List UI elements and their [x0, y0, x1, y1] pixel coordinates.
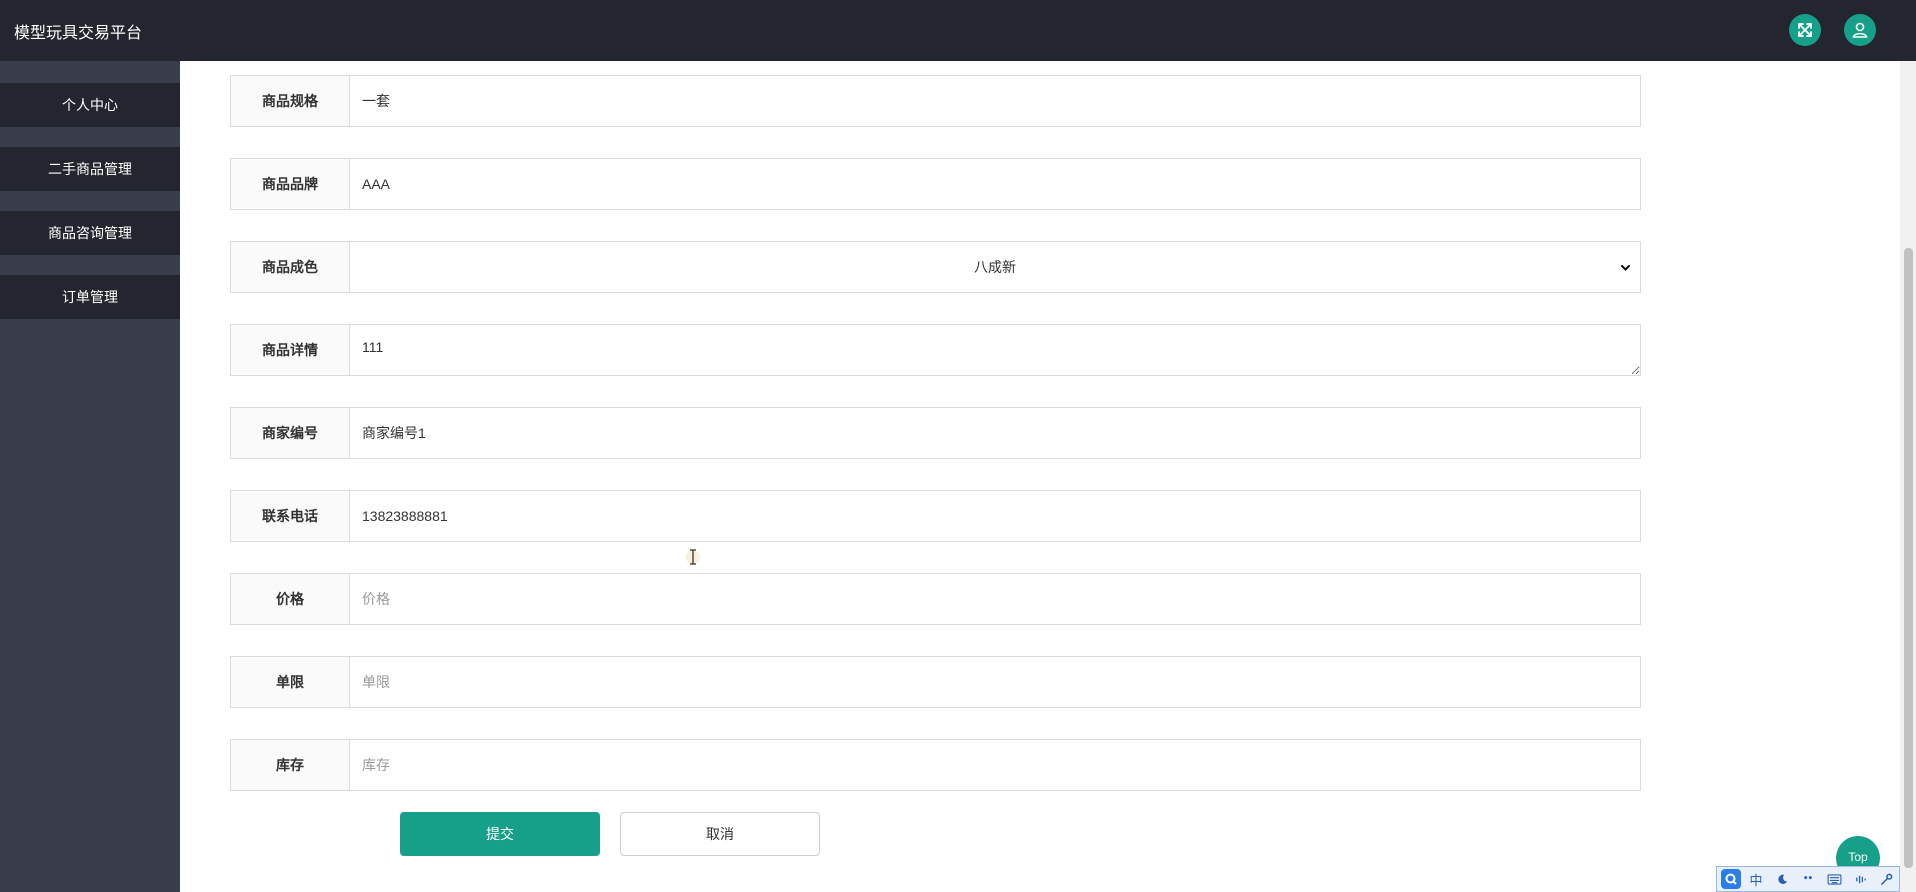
condition-selected-value: 八成新 — [974, 259, 1016, 275]
keyboard-icon[interactable] — [1823, 869, 1845, 889]
user-icon[interactable] — [1844, 14, 1876, 46]
ime-logo-icon[interactable] — [1721, 869, 1741, 889]
form-row-price: 价格 — [230, 573, 1641, 625]
ime-toolbar: 中 — [1716, 866, 1900, 892]
price-label: 价格 — [231, 574, 350, 624]
spec-input[interactable] — [350, 76, 1640, 126]
phone-label: 联系电话 — [231, 491, 350, 541]
form-row-detail: 商品详情 111 — [230, 324, 1641, 376]
form-row-spec: 商品规格 — [230, 75, 1641, 127]
sidebar-item-orders[interactable]: 订单管理 — [0, 275, 180, 319]
spec-label: 商品规格 — [231, 76, 350, 126]
condition-label: 商品成色 — [231, 242, 350, 292]
text-cursor-icon — [686, 549, 700, 565]
sidebar-item-personal-center[interactable]: 个人中心 — [0, 83, 180, 127]
stock-input[interactable] — [350, 740, 1640, 790]
phone-input[interactable] — [350, 491, 1640, 541]
form-row-condition: 商品成色 八成新 — [230, 241, 1641, 293]
moon-icon[interactable] — [1771, 869, 1793, 889]
expand-icon[interactable] — [1789, 14, 1821, 46]
form-row-brand: 商品品牌 — [230, 158, 1641, 210]
submit-button[interactable]: 提交 — [400, 812, 600, 856]
form-row-phone: 联系电话 — [230, 490, 1641, 542]
scrollbar-thumb[interactable] — [1904, 248, 1913, 868]
form-row-limit: 单限 — [230, 656, 1641, 708]
sidebar: 个人中心 二手商品管理 商品咨询管理 订单管理 — [0, 61, 180, 892]
limit-input[interactable] — [350, 657, 1640, 707]
limit-label: 单限 — [231, 657, 350, 707]
punctuation-icon[interactable] — [1797, 869, 1819, 889]
merchant-no-label: 商家编号 — [231, 408, 350, 458]
sidebar-item-goods-consult[interactable]: 商品咨询管理 — [0, 211, 180, 255]
chevron-down-icon — [1621, 265, 1630, 271]
price-input[interactable] — [350, 574, 1640, 624]
ime-mode-toggle[interactable]: 中 — [1745, 869, 1767, 889]
cancel-button[interactable]: 取消 — [620, 812, 820, 856]
top-bar: 模型玩具交易平台 — [0, 0, 1916, 61]
condition-select[interactable]: 八成新 — [350, 242, 1640, 292]
sidebar-item-secondhand-goods[interactable]: 二手商品管理 — [0, 147, 180, 191]
form-row-merchant-no: 商家编号 — [230, 407, 1641, 459]
wrench-icon[interactable] — [1875, 869, 1897, 889]
voice-icon[interactable] — [1849, 869, 1871, 889]
brand-label: 商品品牌 — [231, 159, 350, 209]
detail-textarea[interactable]: 111 — [350, 325, 1640, 375]
app-title: 模型玩具交易平台 — [14, 25, 143, 42]
brand-input[interactable] — [350, 159, 1640, 209]
form-row-stock: 库存 — [230, 739, 1641, 791]
stock-label: 库存 — [231, 740, 350, 790]
merchant-no-input[interactable] — [350, 408, 1640, 458]
detail-label: 商品详情 — [231, 325, 350, 375]
